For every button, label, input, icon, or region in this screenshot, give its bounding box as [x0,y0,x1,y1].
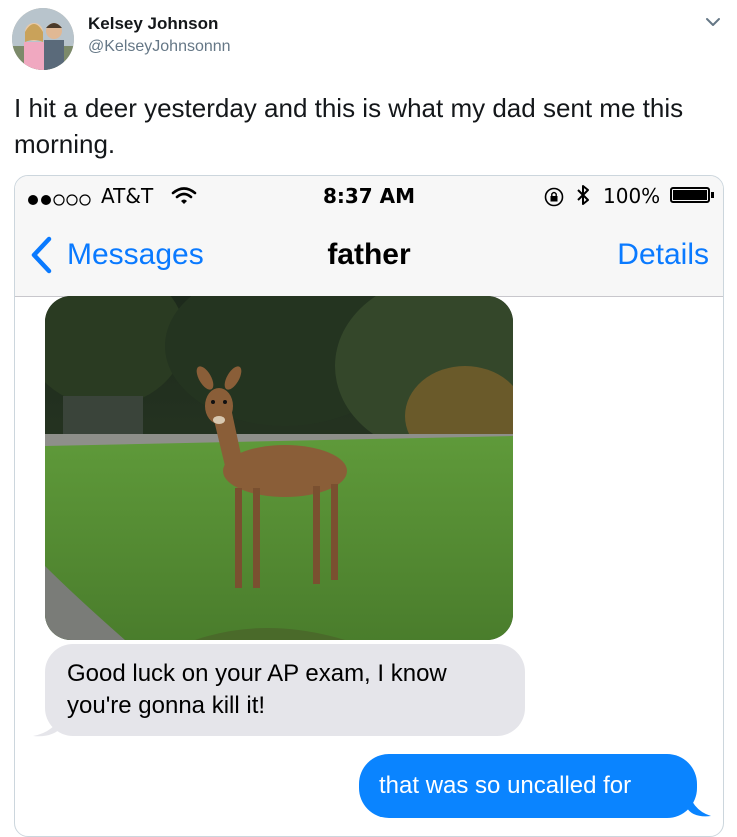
orientation-lock-icon [543,186,565,213]
status-bar: AT&T 8:37 AM 100% [15,176,723,214]
battery-tip [711,192,714,198]
tweet-text: I hit a deer yesterday and this is what … [14,93,684,159]
outgoing-bubble-tail [687,786,711,817]
bluetooth-icon [575,183,591,212]
incoming-message-bubble[interactable]: Good luck on your AP exam, I know you're… [45,644,525,736]
chevron-down-icon[interactable] [703,12,723,32]
battery-icon [670,187,710,203]
avatar[interactable] [12,8,74,70]
photo-message[interactable] [45,296,513,640]
conversation-nav-bar: Messages father Details [15,214,723,297]
author-name[interactable]: Kelsey Johnson [88,14,218,34]
battery-percentage: 100% [603,184,661,208]
details-button[interactable]: Details [617,238,709,272]
incoming-message-text: Good luck on your AP exam, I know you're… [67,660,447,719]
incoming-bubble-tail [33,712,63,737]
battery-level-fill [673,190,707,200]
message-screenshot[interactable]: AT&T 8:37 AM 100% Messages father Detail… [14,175,724,837]
author-handle[interactable]: @KelseyJohnsonnn [88,38,231,56]
outgoing-message-text: that was so uncalled for [379,772,632,799]
outgoing-message-bubble[interactable]: that was so uncalled for [359,754,697,818]
